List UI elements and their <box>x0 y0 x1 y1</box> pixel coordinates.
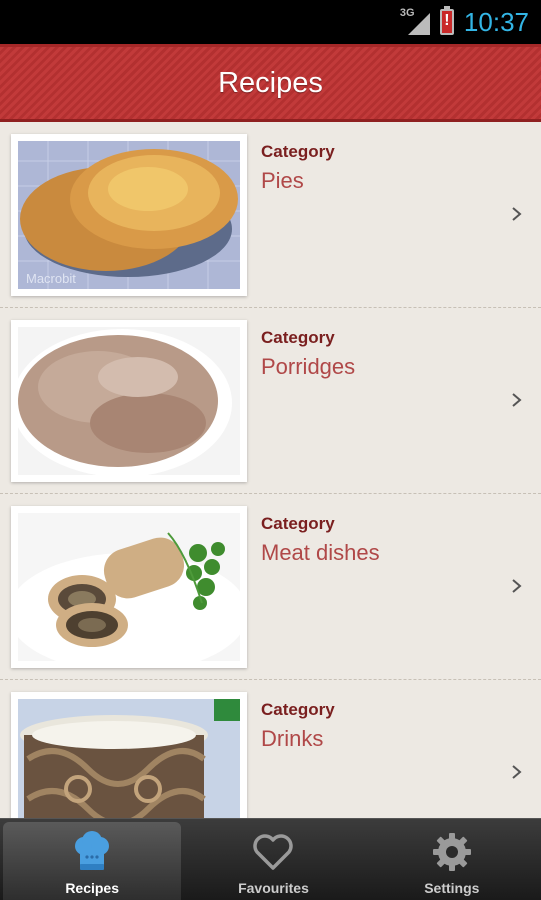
category-name: Porridges <box>261 354 356 379</box>
page-title: Recipes <box>218 66 323 99</box>
category-thumbnail <box>11 506 247 668</box>
bottom-tab-bar: Recipes Favourites Settings <box>0 818 541 900</box>
category-label: Category <box>261 700 335 719</box>
category-row-porridges[interactable]: Category Porridges <box>0 308 541 494</box>
pie-image: Macrobit <box>18 141 240 289</box>
category-row-meat-dishes[interactable]: Category Meat dishes <box>0 494 541 680</box>
app-header: Recipes <box>0 44 541 122</box>
category-thumbnail: Macrobit <box>11 134 247 296</box>
tab-favourites[interactable]: Favourites <box>184 819 362 900</box>
signal-icon: 3G <box>400 7 430 37</box>
category-name: Drinks <box>261 726 324 751</box>
category-row-pies[interactable]: Macrobit Category Pies <box>0 122 541 308</box>
category-thumbnail <box>11 692 247 818</box>
category-label: Category <box>261 328 335 347</box>
category-label: Category <box>261 514 335 533</box>
porridge-image <box>18 327 240 475</box>
heart-icon <box>253 834 294 870</box>
clock: 10:37 <box>463 6 529 37</box>
battery-icon: ! <box>439 6 454 35</box>
category-row-drinks[interactable]: Category Drinks <box>0 680 541 818</box>
tab-label: Recipes <box>65 880 120 896</box>
drink-image <box>18 699 240 818</box>
category-name: Pies <box>261 168 304 193</box>
tab-label: Favourites <box>238 880 309 896</box>
chevron-right-icon <box>512 207 522 221</box>
tab-label: Settings <box>424 880 480 896</box>
category-label: Category <box>261 142 335 161</box>
chevron-right-icon <box>512 579 522 593</box>
chef-hat-icon <box>75 831 110 870</box>
chevron-right-icon <box>512 393 522 407</box>
status-bar: 3G ! 10:37 <box>0 0 541 44</box>
tab-settings[interactable]: Settings <box>363 819 541 900</box>
tab-recipes[interactable]: Recipes <box>3 822 182 900</box>
chevron-right-icon <box>512 765 522 779</box>
image-watermark: Macrobit <box>26 271 76 286</box>
category-name: Meat dishes <box>261 540 380 565</box>
category-list[interactable]: Macrobit Category Pies Category Porridge… <box>0 122 541 818</box>
meat-roll-image <box>18 513 240 661</box>
gear-icon <box>432 833 471 871</box>
category-thumbnail <box>11 320 247 482</box>
